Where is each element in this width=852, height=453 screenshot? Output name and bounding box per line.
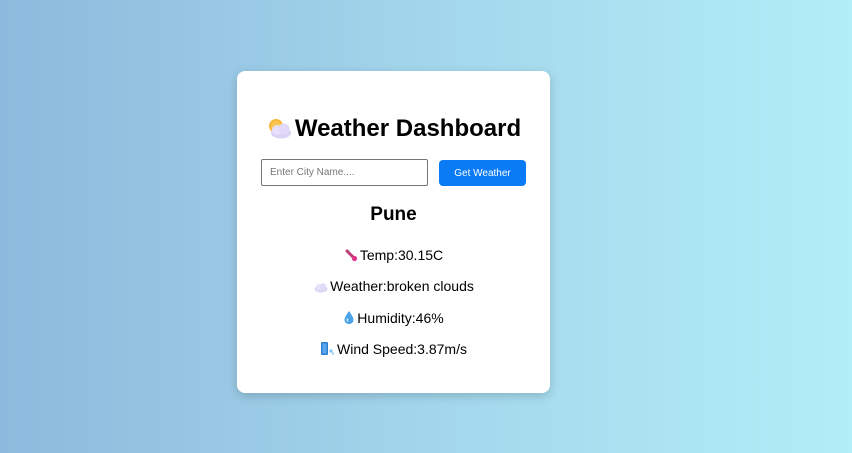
weather-value: broken clouds (386, 278, 474, 294)
humidity-row: Humidity:46% (237, 310, 550, 326)
city-name-input[interactable] (261, 159, 428, 186)
wind-label: Wind Speed: (337, 341, 418, 357)
wind-speed-row: Wind Speed:3.87m/s (237, 341, 550, 357)
droplet-icon (344, 311, 354, 324)
title-text: Weather Dashboard (294, 115, 522, 142)
get-weather-button[interactable]: Get Weather (439, 160, 526, 186)
humidity-value: 46% (415, 310, 444, 326)
search-bar: Get Weather (261, 159, 526, 186)
thermometer-icon (345, 249, 357, 262)
weather-label: Weather: (330, 278, 387, 294)
temp-label: Temp: (359, 247, 398, 263)
weather-row: Weather:broken clouds (237, 278, 550, 294)
weather-card: Weather Dashboard Get Weather Pune Temp:… (237, 71, 550, 393)
humidity-label: Humidity: (357, 310, 416, 326)
temp-value: 30.15C (397, 247, 444, 263)
page-title: Weather Dashboard (237, 115, 550, 143)
wind-value: 3.87m/s (417, 341, 467, 357)
sun-behind-cloud-icon (268, 119, 291, 139)
city-name: Pune (370, 204, 417, 225)
cloud-icon (314, 283, 328, 293)
wind-icon (321, 342, 335, 355)
temperature-row: Temp:30.15C (237, 247, 550, 263)
